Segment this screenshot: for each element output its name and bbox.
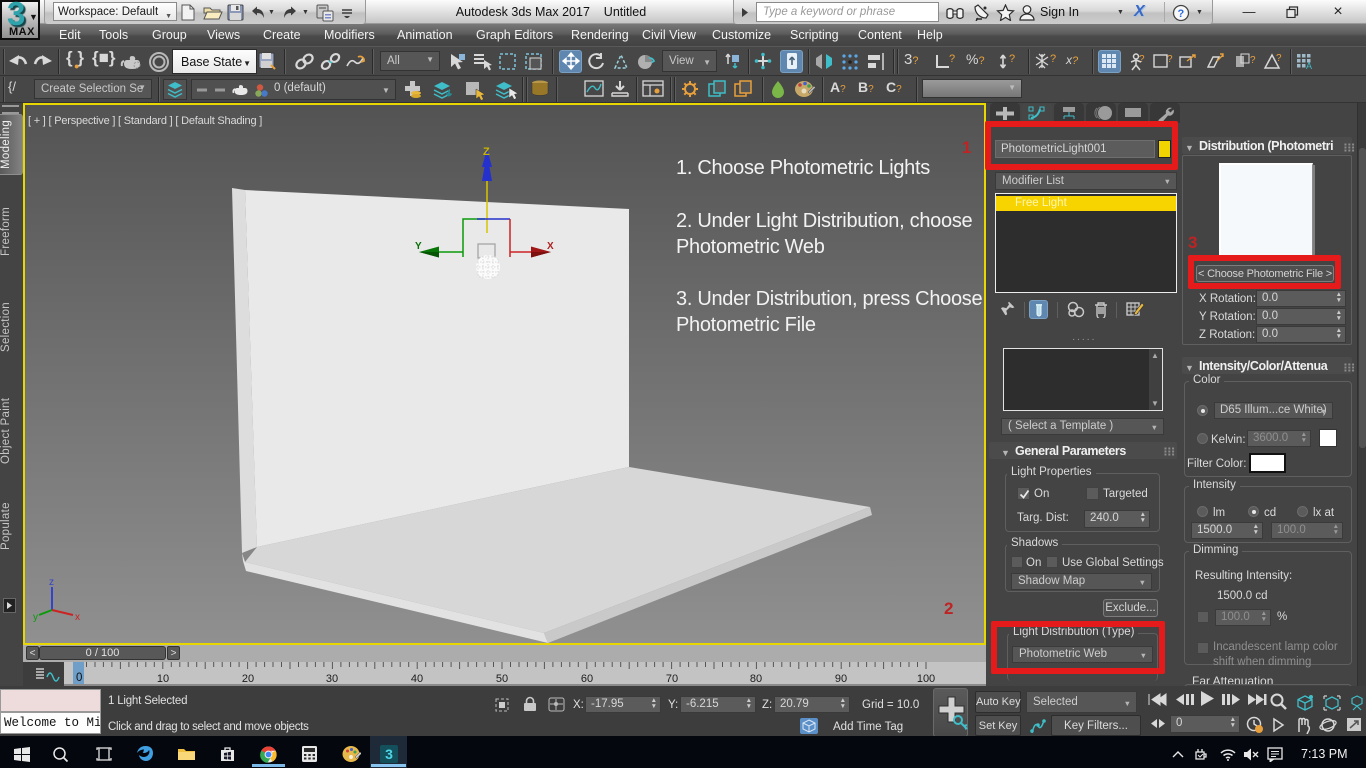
svg-text:?: ? [1009,53,1015,65]
svg-text:z: z [49,577,54,588]
svg-text:x: x [75,612,80,623]
svg-text:?: ? [1178,8,1185,20]
svg-text:A: A [1306,61,1312,70]
svg-text:?: ? [949,53,955,65]
svg-text:?: ? [1167,54,1173,65]
svg-text:Y: Y [415,241,422,252]
svg-text:?: ? [1139,54,1145,65]
svg-text:y: y [33,612,38,623]
svg-text:?: ? [1276,53,1282,64]
svg-text:?: ? [1050,53,1056,65]
svg-text:Z: Z [483,146,490,158]
svg-text:X: X [547,241,554,252]
svg-text:?: ? [1250,55,1256,66]
